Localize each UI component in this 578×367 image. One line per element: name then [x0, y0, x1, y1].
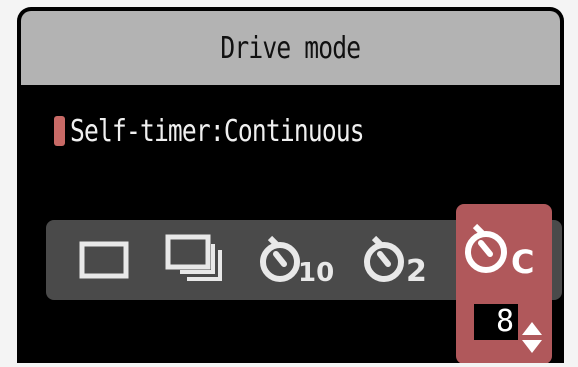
self-timer-2s-icon: 2 [364, 235, 427, 288]
selected-mode-label: Self-timer:Continuous [70, 113, 365, 149]
mode-option-single[interactable] [64, 220, 144, 300]
status-marker [54, 116, 65, 146]
increase-arrow-icon [522, 322, 542, 335]
continuous-shooting-icon [165, 234, 222, 281]
self-timer-10s-icon: 10 [260, 235, 334, 288]
self-timer-10s-badge: 10 [298, 258, 334, 288]
up-down-arrows-icon [522, 322, 542, 353]
mode-option-continuous[interactable] [158, 220, 240, 300]
self-timer-continuous-icon: C [465, 223, 534, 280]
mode-option-self-timer-2s[interactable]: 2 [356, 220, 448, 300]
lcd-screen: Drive mode Self-timer:Continuous 10 2 C … [17, 7, 564, 363]
mode-option-self-timer-10s[interactable]: 10 [252, 220, 344, 300]
self-timer-2s-badge: 2 [406, 254, 427, 288]
shot-count-value[interactable]: 8 [474, 304, 518, 340]
self-timer-continuous-badge: C [511, 243, 534, 280]
decrease-arrow-icon [522, 340, 542, 353]
shot-count-control[interactable]: 8 [474, 304, 544, 353]
selected-mode-info: Self-timer:Continuous [54, 111, 428, 151]
single-shot-icon [79, 241, 129, 279]
page-title: Drive mode [220, 30, 362, 66]
title-bar: Drive mode [21, 11, 560, 85]
mode-option-self-timer-continuous[interactable]: C 8 [456, 204, 552, 363]
shot-count-stepper[interactable] [520, 304, 544, 353]
drive-mode-selector: 10 2 C 8 [46, 204, 562, 363]
